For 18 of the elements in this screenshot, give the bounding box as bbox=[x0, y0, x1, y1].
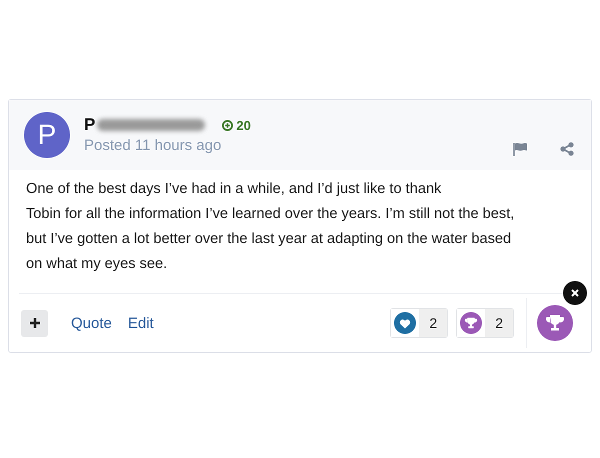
close-icon bbox=[571, 289, 579, 297]
share-icon[interactable] bbox=[560, 142, 574, 156]
add-button[interactable] bbox=[21, 310, 48, 336]
trophy-icon bbox=[460, 312, 482, 334]
action-link[interactable]: Quote bbox=[71, 314, 112, 332]
avatar: P bbox=[24, 112, 70, 158]
flag-icon[interactable] bbox=[513, 142, 528, 156]
points-count: 20 bbox=[236, 118, 251, 132]
reaction-counter[interactable]: 2 bbox=[390, 308, 448, 338]
close-button[interactable] bbox=[563, 281, 587, 305]
trophy-react-button[interactable] bbox=[537, 305, 573, 341]
action-link[interactable]: Edit bbox=[128, 314, 154, 332]
post-text: One of the best days I’ve had in a while, and I’d just like to thank Tobin for all the information I’ve learned over the years. I’m still not the best, but I’ve gotten a lot better over the last year at adapting on the water based on what my eyes see. bbox=[25, 180, 516, 274]
author-name[interactable]: P bbox=[84, 115, 96, 135]
posted-time: Posted 11 hours ago bbox=[84, 137, 222, 154]
reaction-counter[interactable]: 2 bbox=[456, 308, 514, 338]
plus-circle-icon bbox=[222, 120, 234, 130]
plus-icon bbox=[28, 317, 40, 329]
